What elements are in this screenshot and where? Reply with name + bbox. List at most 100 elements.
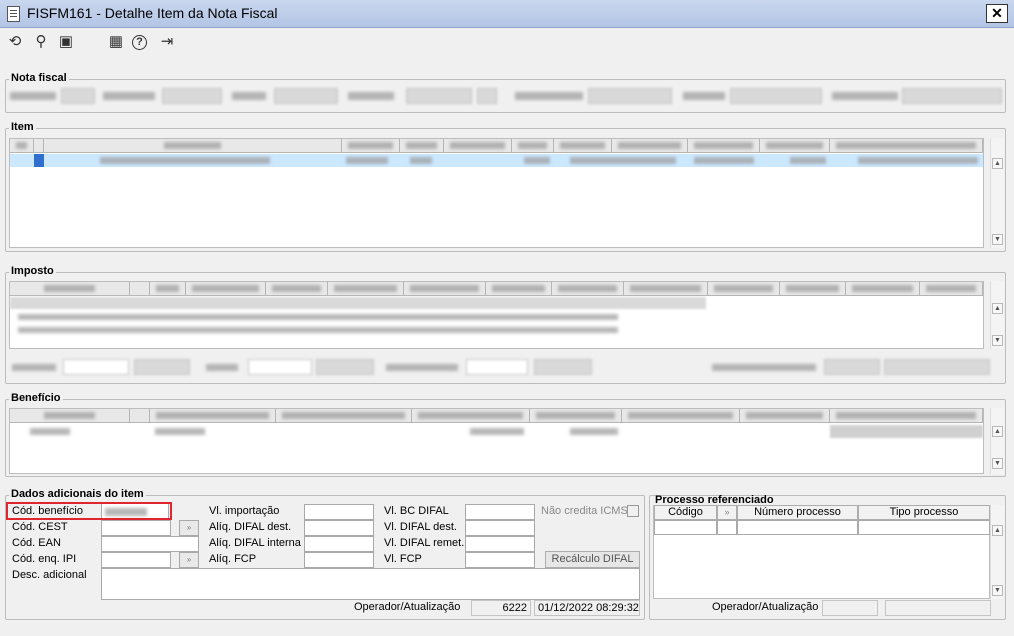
blurred-field <box>134 359 190 375</box>
vl-bc-difal-input[interactable] <box>465 504 535 520</box>
dados-adicionais-group: Dados adicionais do item Cód. benefício … <box>5 488 645 620</box>
header-cell <box>444 139 512 153</box>
blurred-label <box>10 92 56 100</box>
item-scrollbar[interactable]: ▲ ▼ <box>990 138 1004 248</box>
blurred-field <box>588 88 672 104</box>
blurred-field <box>63 359 129 375</box>
blurred-label <box>232 92 266 100</box>
document-icon <box>7 6 20 22</box>
blurred-text <box>524 157 550 164</box>
imposto-scrollbar[interactable]: ▲ ▼ <box>990 281 1004 349</box>
aliq-difal-interna-input[interactable] <box>304 536 374 552</box>
blurred-label <box>832 92 898 100</box>
imposto-row[interactable] <box>18 314 618 320</box>
processo-cell[interactable] <box>858 520 990 535</box>
scroll-up-button[interactable]: ▲ <box>992 303 1003 314</box>
col-numero-processo[interactable]: Número processo <box>737 505 858 520</box>
header-cell <box>412 409 530 423</box>
blurred-field <box>824 359 880 375</box>
vl-difal-dest-input[interactable] <box>465 520 535 536</box>
header-cell <box>552 282 624 296</box>
header-cell <box>404 282 486 296</box>
header-cell <box>342 139 400 153</box>
blurred-text <box>346 157 388 164</box>
blurred-label <box>348 92 394 100</box>
blurred-label <box>683 92 725 100</box>
title-bar: FISFM161 - Detalhe Item da Nota Fiscal ✕ <box>0 0 1014 28</box>
vl-importacao-input[interactable] <box>304 504 374 520</box>
cod-enq-ipi-input[interactable] <box>101 552 171 568</box>
blurred-field <box>248 359 312 375</box>
exit-icon[interactable]: ⇥ <box>158 33 176 51</box>
item-row-selected[interactable] <box>10 154 983 167</box>
vl-fcp-label: Vl. FCP <box>384 553 422 565</box>
processo-cell[interactable] <box>737 520 858 535</box>
scroll-up-button[interactable]: ▲ <box>992 158 1003 169</box>
blurred-text <box>100 157 270 164</box>
blurred-field <box>274 88 338 104</box>
recalculo-difal-button[interactable]: Recálculo DIFAL <box>545 551 640 568</box>
processo-cell[interactable] <box>717 520 737 535</box>
blurred-field <box>884 359 990 375</box>
imposto-row[interactable] <box>18 327 618 333</box>
imposto-row[interactable] <box>10 297 706 309</box>
operador-atualizacao-label: Operador/Atualização <box>712 601 819 613</box>
undo-icon[interactable]: ⟲ <box>6 33 24 51</box>
header-cell <box>130 409 150 423</box>
blurred-text <box>410 157 432 164</box>
beneficio-row[interactable] <box>10 425 983 438</box>
blurred-label <box>12 364 56 371</box>
blurred-field <box>902 88 1002 104</box>
scroll-down-button[interactable]: ▼ <box>992 585 1003 596</box>
save-icon[interactable]: ▣ <box>57 33 75 51</box>
vl-difal-remet-input[interactable] <box>465 536 535 552</box>
nota-fiscal-legend: Nota fiscal <box>9 72 69 84</box>
vl-fcp-input[interactable] <box>465 552 535 568</box>
vl-difal-remet-label: Vl. DIFAL remet. <box>384 537 465 549</box>
blurred-label <box>206 364 238 371</box>
search-icon[interactable]: ⚲ <box>32 33 50 51</box>
vl-difal-dest-label: Vl. DIFAL dest. <box>384 521 457 533</box>
col-tipo-processo[interactable]: Tipo processo <box>858 505 990 520</box>
processo-scrollbar[interactable]: ▲ ▼ <box>990 505 1004 599</box>
calendar-icon[interactable]: ▦ <box>107 33 125 51</box>
desc-adicional-textarea[interactable] <box>101 568 640 600</box>
nao-credita-icms-checkbox[interactable] <box>627 505 639 517</box>
scroll-down-button[interactable]: ▼ <box>992 234 1003 245</box>
aliq-fcp-label: Alíq. FCP <box>209 553 257 565</box>
cod-cest-input[interactable] <box>101 520 171 536</box>
beneficio-group: Benefício ▲ ▼ <box>5 392 1006 477</box>
close-button[interactable]: ✕ <box>986 4 1008 23</box>
cod-cest-lookup-button[interactable]: » <box>179 520 199 536</box>
cod-enq-ipi-lookup-button[interactable]: » <box>179 552 199 568</box>
scroll-up-button[interactable]: ▲ <box>992 426 1003 437</box>
beneficio-grid-header <box>10 409 983 423</box>
cod-ean-label: Cód. EAN <box>12 537 61 549</box>
header-cell <box>150 282 186 296</box>
header-cell <box>830 409 983 423</box>
header-cell <box>34 139 44 153</box>
aliq-difal-dest-input[interactable] <box>304 520 374 536</box>
atualizacao-field: 01/12/2022 08:29:32 <box>534 600 640 616</box>
cod-enq-ipi-label: Cód. enq. IPI <box>12 553 77 565</box>
blurred-field <box>61 88 95 104</box>
scroll-down-button[interactable]: ▼ <box>992 458 1003 469</box>
aliq-fcp-input[interactable] <box>304 552 374 568</box>
dados-adicionais-legend: Dados adicionais do item <box>9 488 146 500</box>
col-codigo[interactable]: Código <box>654 505 717 520</box>
header-cell <box>622 409 740 423</box>
beneficio-scrollbar[interactable]: ▲ ▼ <box>990 408 1004 474</box>
blurred-field <box>162 88 222 104</box>
scroll-down-button[interactable]: ▼ <box>992 335 1003 346</box>
cod-ean-input[interactable] <box>101 536 199 552</box>
cod-cest-label: Cód. CEST <box>12 521 68 533</box>
scroll-up-button[interactable]: ▲ <box>992 525 1003 536</box>
help-icon[interactable]: ? <box>132 35 147 50</box>
blurred-field <box>730 88 822 104</box>
processo-cell[interactable] <box>654 520 717 535</box>
header-cell <box>130 282 150 296</box>
row-indicator <box>34 154 44 167</box>
header-cell <box>612 139 688 153</box>
col-lookup[interactable]: » <box>717 505 737 520</box>
header-cell <box>554 139 612 153</box>
